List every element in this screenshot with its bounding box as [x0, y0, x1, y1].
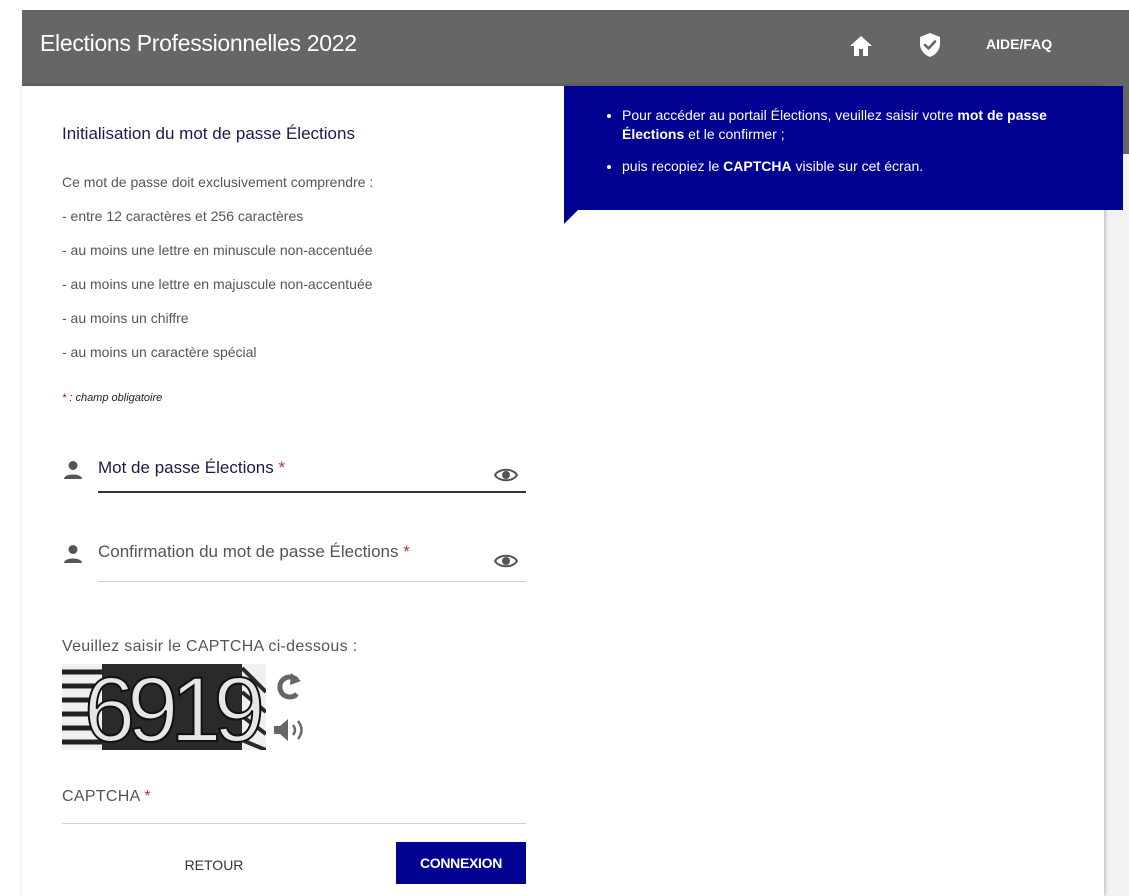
- captcha-image: 6919: [62, 664, 266, 750]
- info-panel: Pour accéder au portail Élections, veuil…: [564, 86, 1123, 210]
- rule-line: - au moins une lettre en minuscule non-a…: [62, 242, 373, 258]
- required-note: * : champ obligatoire: [62, 392, 163, 404]
- info-panel-notch: [564, 210, 578, 224]
- person-icon: [64, 461, 82, 479]
- app-title: Elections Professionnelles 2022: [40, 30, 357, 56]
- form-title: Initialisation du mot de passe Élections: [62, 124, 355, 143]
- password-label: Mot de passe Élections: [98, 458, 274, 477]
- password-field[interactable]: Mot de passe Élections *: [62, 452, 526, 496]
- page-gutter: [1104, 154, 1129, 896]
- password-underline: [98, 491, 526, 493]
- rule-line: - entre 12 caractères et 256 caractères: [62, 208, 304, 224]
- captcha-code: 6919: [84, 664, 260, 750]
- faq-link[interactable]: AIDE/FAQ: [986, 36, 1052, 52]
- connect-button[interactable]: CONNEXION: [396, 842, 526, 884]
- confirm-underline: [98, 581, 526, 582]
- info-item: Pour accéder au portail Élections, veuil…: [622, 106, 1103, 144]
- confirm-password-field[interactable]: Confirmation du mot de passe Élections *: [62, 540, 526, 584]
- rule-line: - au moins une lettre en majuscule non-a…: [62, 276, 373, 292]
- rule-line: - au moins un caractère spécial: [62, 344, 257, 360]
- rule-line: - au moins un chiffre: [62, 310, 189, 326]
- password-rules: Ce mot de passe doit exclusivement compr…: [62, 170, 373, 374]
- refresh-icon[interactable]: [272, 670, 302, 704]
- shield-check-icon[interactable]: [918, 32, 942, 58]
- rule-line: Ce mot de passe doit exclusivement compr…: [62, 174, 374, 190]
- captcha-prompt: Veuillez saisir le CAPTCHA ci-dessous :: [62, 638, 358, 655]
- captcha-input-label[interactable]: CAPTCHA *: [62, 788, 151, 806]
- person-icon: [64, 545, 82, 563]
- info-item: puis recopiez le CAPTCHA visible sur cet…: [622, 157, 1103, 176]
- confirm-label: Confirmation du mot de passe Élections: [98, 542, 399, 561]
- home-icon[interactable]: [848, 34, 874, 58]
- back-button[interactable]: RETOUR: [150, 846, 278, 884]
- speaker-icon[interactable]: [272, 716, 308, 744]
- eye-icon[interactable]: [494, 552, 518, 570]
- captcha-input-underline[interactable]: [62, 823, 526, 824]
- eye-icon[interactable]: [494, 466, 518, 484]
